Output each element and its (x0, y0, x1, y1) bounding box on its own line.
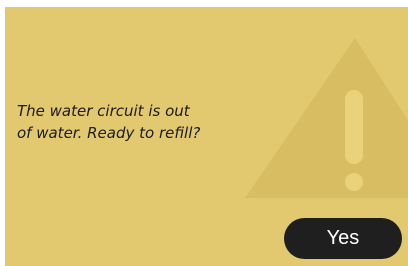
yes-button[interactable]: Yes (284, 218, 402, 259)
refill-dialog: The water circuit is out of water. Ready… (5, 7, 408, 266)
warning-triangle-icon (245, 38, 408, 198)
dialog-message: The water circuit is out of water. Ready… (17, 102, 201, 142)
